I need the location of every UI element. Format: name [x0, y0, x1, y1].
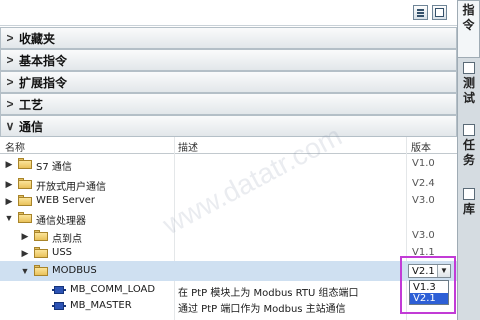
tab-instructions[interactable]: 指令 — [458, 0, 480, 58]
section-basic-instructions[interactable]: > 基本指令 — [0, 49, 457, 71]
row-version: V3.0 — [412, 230, 435, 241]
section-extended-instructions[interactable]: > 扩展指令 — [0, 71, 457, 93]
folder-icon — [18, 158, 32, 169]
chevron-right-icon[interactable]: > — [1, 75, 19, 89]
tree-row-communication-processor[interactable]: ▼ 通信处理器 — [0, 208, 457, 228]
pane-toolbar — [0, 0, 457, 26]
tab-label: 库 — [463, 202, 476, 216]
collapse-icon[interactable]: ▼ — [20, 266, 30, 276]
column-name[interactable]: 名称 — [5, 139, 25, 154]
row-name: MB_COMM_LOAD — [70, 284, 156, 295]
row-version: V3.0 — [412, 195, 435, 206]
expand-icon[interactable]: ▶ — [4, 179, 14, 190]
tree-row-modbus[interactable]: ▼ MODBUS V2.1 ▼ — [0, 261, 457, 281]
block-icon — [52, 286, 66, 294]
section-title: 扩展指令 — [19, 75, 68, 90]
block-icon — [52, 302, 66, 310]
collapse-icon[interactable]: ▼ — [4, 213, 14, 223]
section-technology[interactable]: > 工艺 — [0, 93, 457, 115]
tree-row-uss[interactable]: ▶ USS V1.1 — [0, 243, 457, 263]
tab-label: 测试 — [463, 76, 476, 105]
folder-icon — [34, 230, 48, 241]
expand-icon[interactable]: ▶ — [20, 248, 30, 259]
folder-icon — [18, 178, 32, 189]
tab-test[interactable]: 测试 — [458, 62, 480, 118]
folder-icon — [18, 212, 32, 223]
row-name: WEB Server — [36, 195, 96, 206]
annotation-highlight-box — [400, 256, 456, 314]
row-name: MODBUS — [52, 265, 97, 276]
section-title: 工艺 — [19, 97, 44, 112]
side-tab-strip: 指令 测试 任务 库 — [457, 0, 480, 320]
section-favorites[interactable]: > 收藏夹 — [0, 27, 457, 49]
folder-icon — [18, 195, 32, 206]
folder-icon — [34, 247, 48, 258]
section-title: 通信 — [19, 119, 44, 134]
tasks-icon — [463, 124, 475, 136]
column-header: 名称 描述 版本 — [0, 137, 457, 154]
expand-icon[interactable]: ▶ — [20, 231, 30, 242]
expand-icon[interactable]: ▶ — [4, 159, 14, 170]
row-version: V2.4 — [412, 178, 435, 189]
tab-tasks[interactable]: 任务 — [458, 124, 480, 180]
row-version: V1.0 — [412, 158, 435, 169]
tab-label: 指令 — [462, 3, 475, 32]
tab-label: 任务 — [463, 138, 476, 167]
row-name: USS — [52, 247, 73, 258]
folder-icon — [34, 265, 48, 276]
window-icon[interactable] — [432, 5, 447, 20]
list-view-icon[interactable] — [413, 5, 428, 20]
section-title: 基本指令 — [19, 53, 68, 68]
library-icon — [463, 188, 475, 200]
chevron-right-icon[interactable]: > — [1, 31, 19, 45]
section-communication[interactable]: ∨ 通信 — [0, 115, 457, 137]
test-icon — [463, 62, 475, 74]
row-name: MB_MASTER — [70, 300, 132, 311]
chevron-right-icon[interactable]: > — [1, 97, 19, 111]
column-description[interactable]: 描述 — [178, 139, 198, 154]
tree-row-s7-communication[interactable]: ▶ S7 通信 V1.0 — [0, 154, 457, 174]
chevron-down-icon[interactable]: ∨ — [1, 119, 19, 133]
chevron-right-icon[interactable]: > — [1, 53, 19, 67]
column-version[interactable]: 版本 — [411, 139, 431, 154]
expand-icon[interactable]: ▶ — [4, 196, 14, 207]
row-name: S7 通信 — [36, 162, 72, 173]
tree-row-mb-master[interactable]: MB_MASTER 通过 PtP 端口作为 Modbus 主站通信 — [0, 296, 457, 316]
row-name: 通信处理器 — [36, 216, 86, 227]
instructions-pane: > 收藏夹 > 基本指令 > 扩展指令 > 工艺 ∨ 通信 名称 描述 版本 ▶… — [0, 0, 457, 320]
row-description: 通过 PtP 端口作为 Modbus 主站通信 — [178, 304, 346, 315]
section-title: 收藏夹 — [19, 31, 56, 46]
tab-library[interactable]: 库 — [458, 188, 480, 228]
